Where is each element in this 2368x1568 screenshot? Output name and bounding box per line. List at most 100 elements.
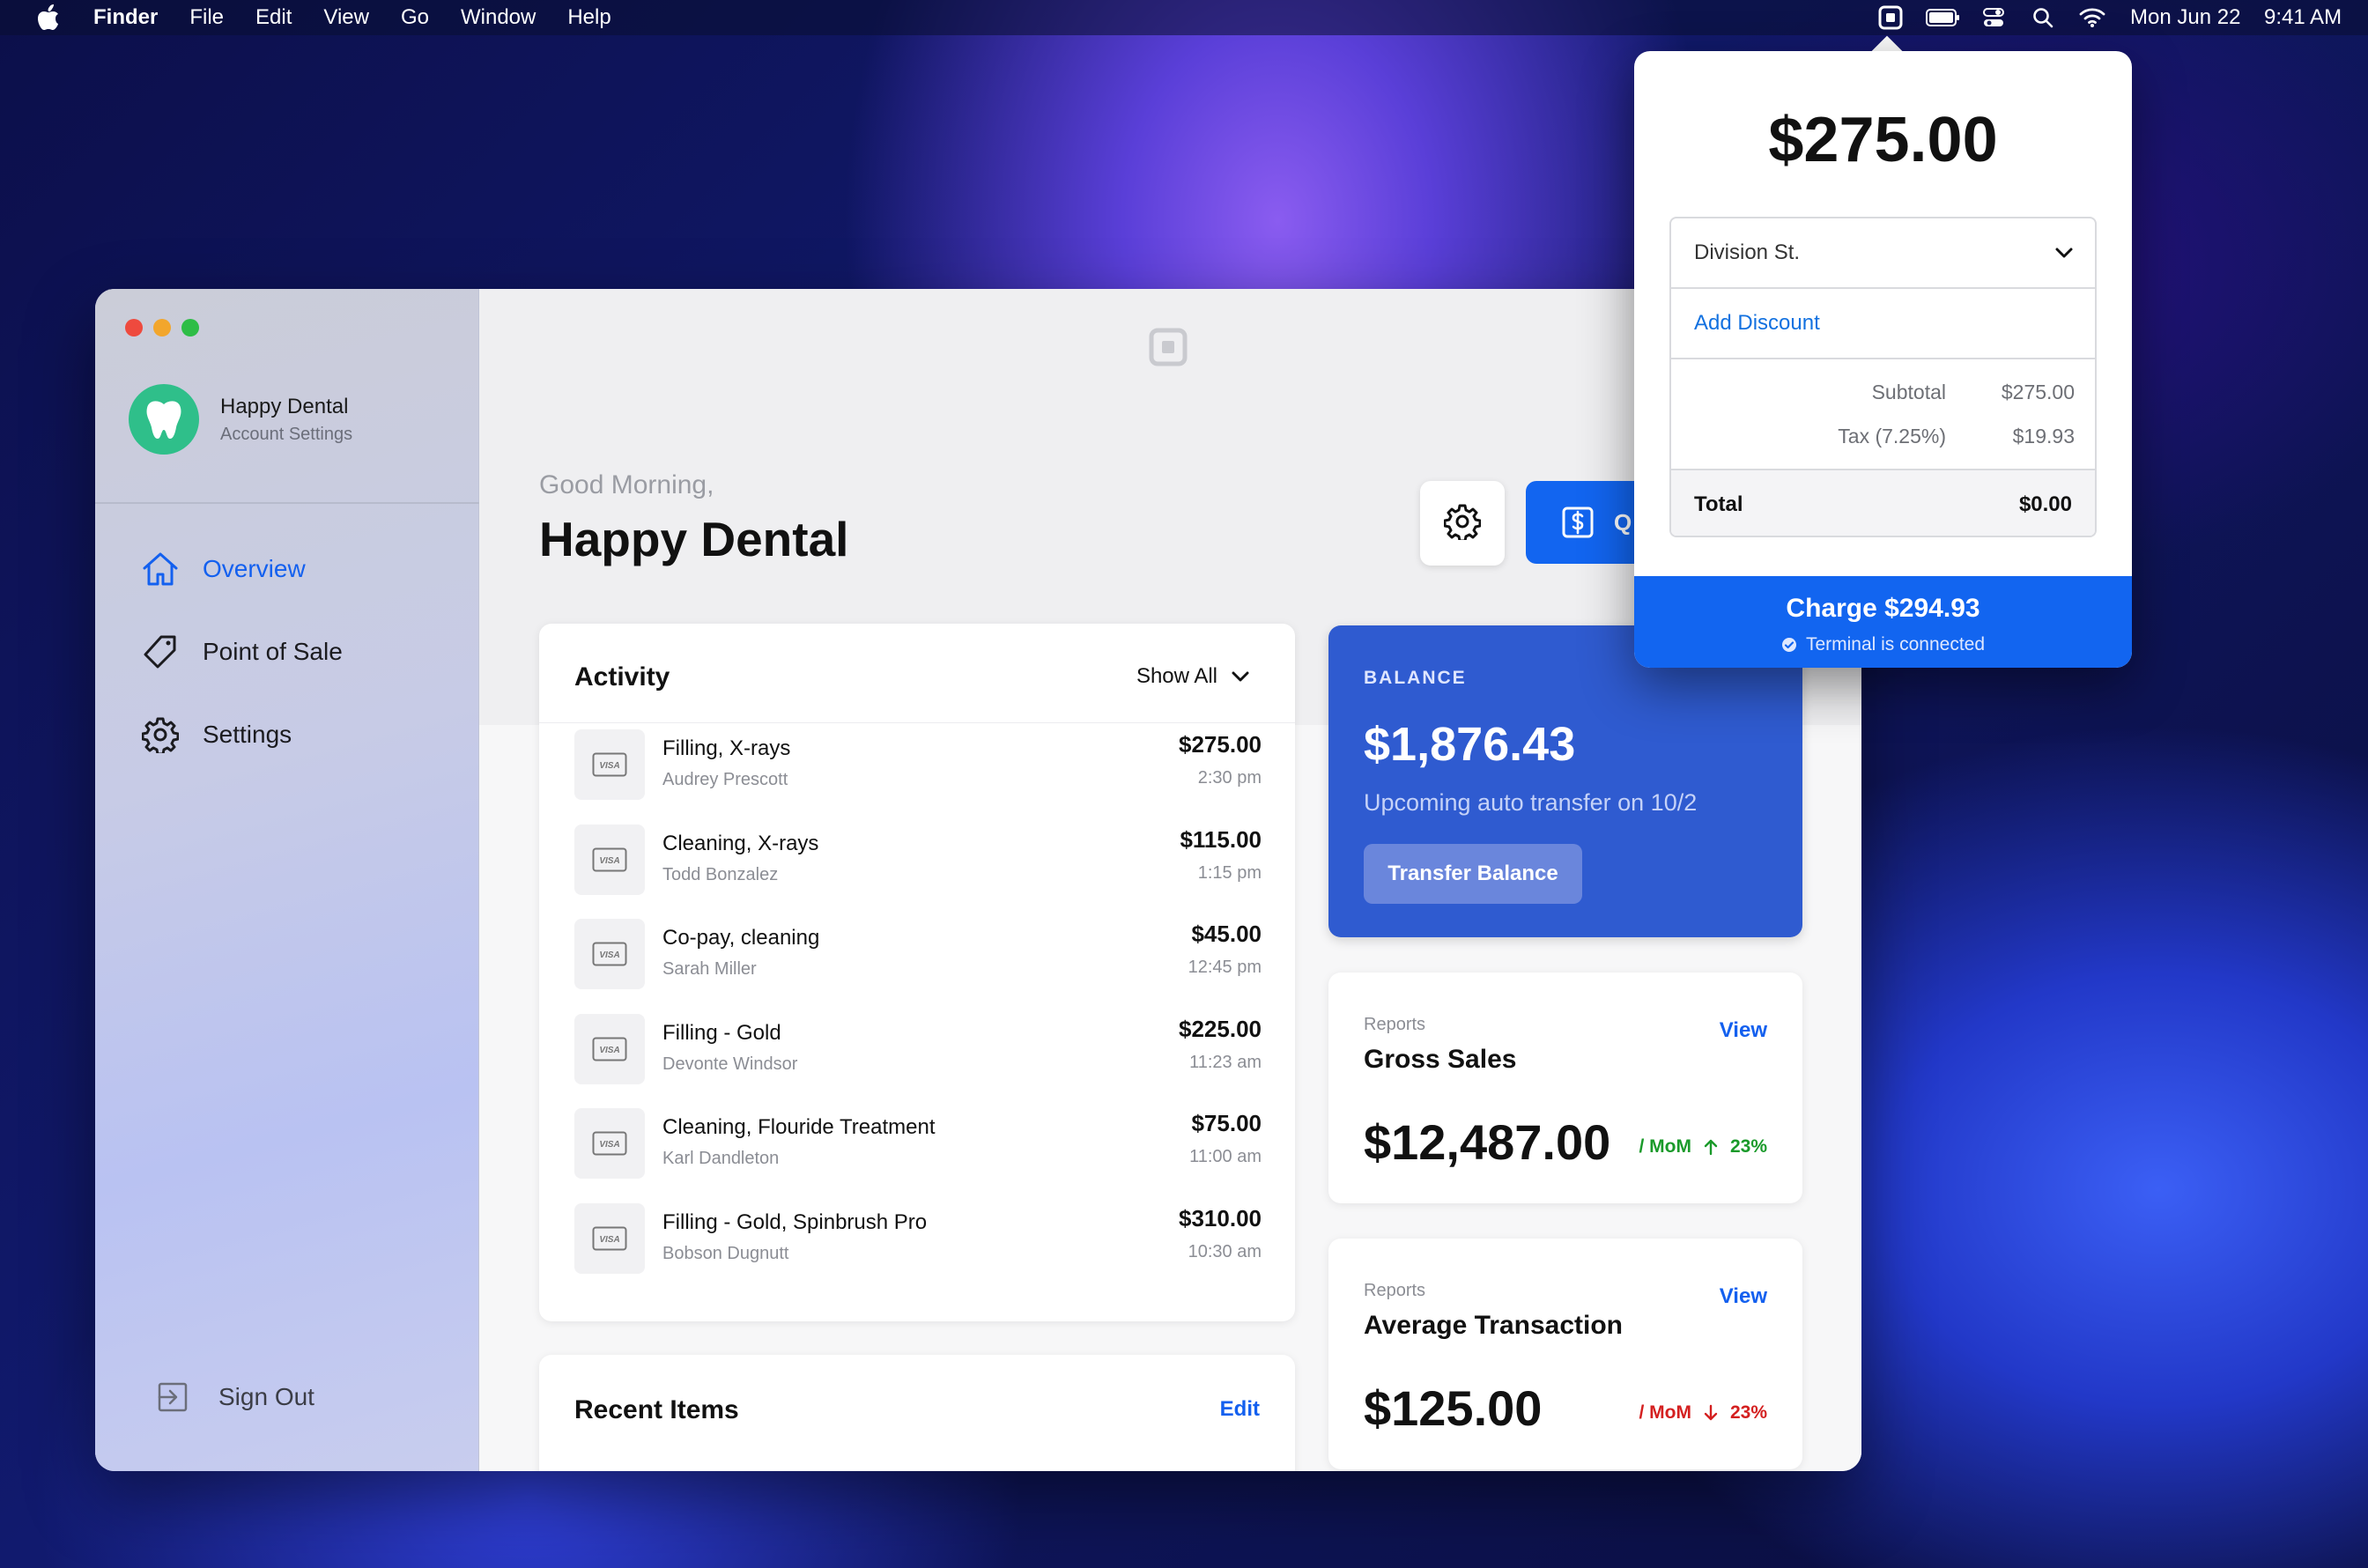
account-subtitle: Account Settings [220,424,353,444]
activity-description: Co-pay, cleaning [662,926,820,950]
recent-items-card: Recent Items Edit [539,1355,1295,1471]
terminal-status-text: Terminal is connected [1805,634,1986,655]
close-window-button[interactable] [125,319,143,337]
minimize-window-button[interactable] [153,319,171,337]
wifi-icon[interactable] [2079,5,2105,30]
settings-button[interactable] [1420,481,1505,566]
activity-card: Activity Show All VISA Filling, X-rays A… [539,624,1295,1321]
svg-text:VISA: VISA [599,950,619,960]
menu-help[interactable]: Help [567,4,610,31]
visa-card-icon: VISA [574,729,645,800]
square-logo-icon [1149,328,1188,371]
menu-bar: Finder File Edit View Go Window Help Mon… [0,0,2368,35]
add-discount-link[interactable]: Add Discount [1671,289,2095,359]
activity-amount: $115.00 [1180,826,1262,853]
location-select[interactable]: Division St. [1671,218,2095,289]
sign-out-icon [155,1379,190,1415]
sign-out-label: Sign Out [218,1383,314,1410]
view-report-link[interactable]: View [1720,1018,1767,1043]
charge-button-label: Charge $294.93 [1786,594,1980,623]
activity-amount: $310.00 [1179,1205,1262,1231]
quick-button-label: Q [1614,508,1632,536]
control-center-icon[interactable] [1982,5,2005,30]
svg-text:VISA: VISA [599,1046,619,1055]
activity-row[interactable]: VISA Cleaning, X-rays Todd Bonzalez $115… [574,825,1262,900]
sidebar-item-settings[interactable]: Settings [141,715,292,754]
auto-transfer-note: Upcoming auto transfer on 10/2 [1364,789,1698,816]
dollar-icon [1561,506,1595,539]
sidebar-divider [95,502,479,504]
menu-file[interactable]: File [189,4,224,31]
menu-view[interactable]: View [323,4,369,31]
report-caption: Reports [1364,1015,1426,1034]
page-title: Happy Dental [539,512,849,566]
activity-description: Cleaning, X-rays [662,832,819,855]
activity-time: 11:23 am [1189,1053,1262,1072]
terminal-status: Terminal is connected [1634,634,2132,655]
activity-description: Filling, X-rays [662,736,791,760]
activity-description: Filling - Gold, Spinbrush Pro [662,1210,928,1234]
visa-card-icon: VISA [574,1108,645,1179]
activity-time: 1:15 pm [1197,863,1262,883]
search-icon[interactable] [2031,5,2054,30]
tooth-logo-icon [129,384,199,455]
divider [539,722,1295,723]
order-summary: Division St. Add Discount Subtotal $275.… [1669,217,2097,537]
transfer-balance-button[interactable]: Transfer Balance [1364,844,1582,904]
account-settings-link[interactable]: Happy Dental Account Settings [129,384,352,455]
charge-popover: $275.00 Division St. Add Discount Subtot… [1634,51,2132,668]
activity-row[interactable]: VISA Filling - Gold Devonte Windsor $225… [574,1014,1262,1090]
charge-button[interactable]: Charge $294.93 Terminal is connected [1634,576,2132,668]
trend-percent: 23% [1729,1136,1767,1157]
tag-icon [141,632,180,671]
activity-customer: Sarah Miller [662,959,757,979]
total-row: Total $0.00 [1671,469,2095,536]
show-all-dropdown[interactable]: Show All [1136,664,1249,689]
trend-percent: 23% [1729,1402,1767,1423]
apple-menu-icon[interactable] [37,4,60,31]
location-value: Division St. [1694,240,1801,264]
menu-time[interactable]: 9:41 AM [2264,4,2342,31]
activity-row[interactable]: VISA Filling, X-rays Audrey Prescott $27… [574,729,1262,805]
menu-window[interactable]: Window [461,4,536,31]
visa-card-icon: VISA [574,1203,645,1274]
report-name: Average Transaction [1364,1311,1624,1340]
gross-sales-card: Reports Gross Sales View $12,487.00 / Mo… [1328,973,1802,1203]
show-all-label: Show All [1136,664,1217,688]
sidebar-item-label: Settings [203,721,292,748]
activity-row[interactable]: VISA Co-pay, cleaning Sarah Miller $45.0… [574,919,1262,995]
greeting: Good Morning, [539,470,714,499]
menu-edit[interactable]: Edit [255,4,292,31]
sidebar-item-overview[interactable]: Overview [141,550,306,588]
svg-text:VISA: VISA [599,856,619,866]
trend-indicator: / MoM 23% [1639,1136,1767,1158]
svg-text:VISA: VISA [599,1140,619,1150]
menu-app-name[interactable]: Finder [93,4,158,31]
sidebar-item-label: Point of Sale [203,638,343,665]
activity-row[interactable]: VISA Cleaning, Flouride Treatment Karl D… [574,1108,1262,1184]
average-transaction-card: Reports Average Transaction View $125.00… [1328,1239,1802,1469]
view-report-link[interactable]: View [1720,1284,1767,1309]
zoom-window-button[interactable] [181,319,199,337]
battery-icon[interactable] [1926,5,1961,30]
activity-row[interactable]: VISA Filling - Gold, Spinbrush Pro Bobso… [574,1203,1262,1279]
square-app-icon[interactable] [1878,5,1903,30]
recent-items-title: Recent Items [574,1395,739,1424]
activity-customer: Devonte Windsor [662,1054,798,1074]
sidebar: Happy Dental Account Settings Overview P… [95,289,479,1471]
arrow-down-icon [1704,1404,1718,1422]
activity-time: 12:45 pm [1188,958,1262,977]
activity-customer: Bobson Dugnutt [662,1244,789,1263]
balance-label: BALANCE [1364,668,1467,688]
edit-recent-items-link[interactable]: Edit [1220,1397,1260,1422]
quick-charge-button[interactable]: Q [1526,481,1649,564]
report-caption: Reports [1364,1281,1426,1300]
gear-icon [141,715,180,754]
report-value: $12,487.00 [1364,1114,1611,1170]
sign-out-button[interactable]: Sign Out [155,1379,314,1415]
sidebar-item-point-of-sale[interactable]: Point of Sale [141,632,343,671]
total-value: $0.00 [2018,492,2072,516]
activity-amount: $45.00 [1191,921,1262,947]
menu-go[interactable]: Go [401,4,429,31]
menu-date[interactable]: Mon Jun 22 [2130,4,2240,31]
